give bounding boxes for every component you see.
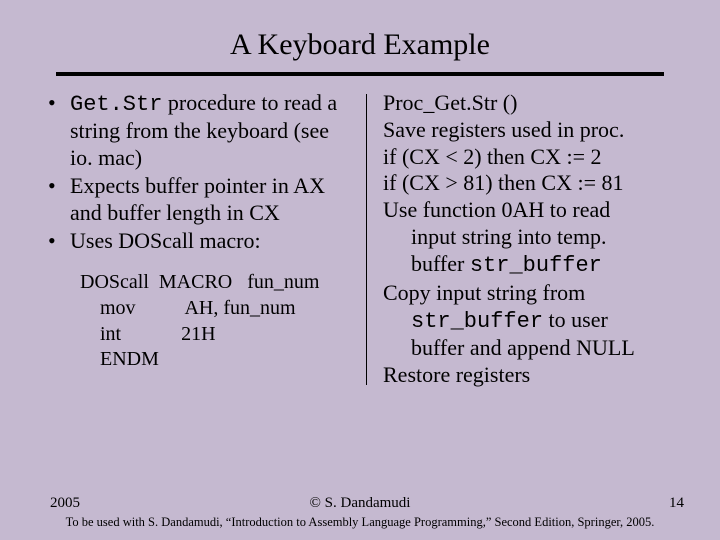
footer-note: To be used with S. Dandamudi, “Introduct… [0, 515, 720, 530]
code-span: str_buffer [411, 309, 543, 334]
pseudo-line: if (CX > 81) then CX := 81 [383, 170, 682, 197]
pseudo-indent: input string into temp. [383, 224, 682, 251]
right-column: Proc_Get.Str () Save registers used in p… [367, 90, 682, 389]
macro-line: int 21H [80, 322, 354, 348]
bullet-text: Uses DOScall macro: [70, 228, 261, 253]
footer-copyright: © S. Dandamudi [0, 495, 720, 512]
slide-title: A Keyboard Example [0, 0, 720, 68]
bullet-item: Expects buffer pointer in AX and buffer … [46, 173, 354, 226]
macro-block: DOScall MACRO fun_num mov AH, fun_num in… [80, 270, 354, 372]
bullet-item: Get.Str procedure to read a string from … [46, 90, 354, 171]
pseudo-line: Proc_Get.Str () [383, 90, 682, 117]
bullet-item: Uses DOScall macro: [46, 228, 354, 254]
left-column: Get.Str procedure to read a string from … [46, 90, 366, 389]
pseudo-line: input string into temp. [383, 224, 682, 251]
title-rule [56, 72, 664, 76]
bullet-list: Get.Str procedure to read a string from … [46, 90, 354, 254]
macro-line: ENDM [80, 347, 354, 373]
footer: 2005 © S. Dandamudi 14 To be used with S… [0, 495, 720, 530]
pseudo-line: if (CX < 2) then CX := 2 [383, 144, 682, 171]
slide: A Keyboard Example Get.Str procedure to … [0, 0, 720, 540]
macro-line: DOScall MACRO fun_num [80, 270, 354, 296]
code-span: str_buffer [470, 253, 602, 278]
content-columns: Get.Str procedure to read a string from … [46, 90, 682, 389]
code-span: Get.Str [70, 92, 162, 117]
footer-row: 2005 © S. Dandamudi 14 [0, 495, 720, 512]
pseudo-line: buffer and append NULL [383, 335, 682, 362]
pseudo-line: buffer str_buffer [383, 251, 682, 280]
macro-line: mov AH, fun_num [80, 296, 354, 322]
text-span: buffer [411, 251, 470, 276]
pseudo-line: Restore registers [383, 362, 682, 389]
pseudo-line: str_buffer to user [383, 307, 682, 336]
pseudo-indent: buffer and append NULL [383, 335, 682, 362]
pseudo-indent: str_buffer to user [383, 307, 682, 336]
text-span: to user [543, 307, 608, 332]
pseudo-line: Save registers used in proc. [383, 117, 682, 144]
pseudo-line: Copy input string from [383, 280, 682, 307]
bullet-text: Expects buffer pointer in AX and buffer … [70, 173, 325, 224]
pseudo-line: Use function 0AH to read [383, 197, 682, 224]
pseudo-indent: buffer str_buffer [383, 251, 682, 280]
